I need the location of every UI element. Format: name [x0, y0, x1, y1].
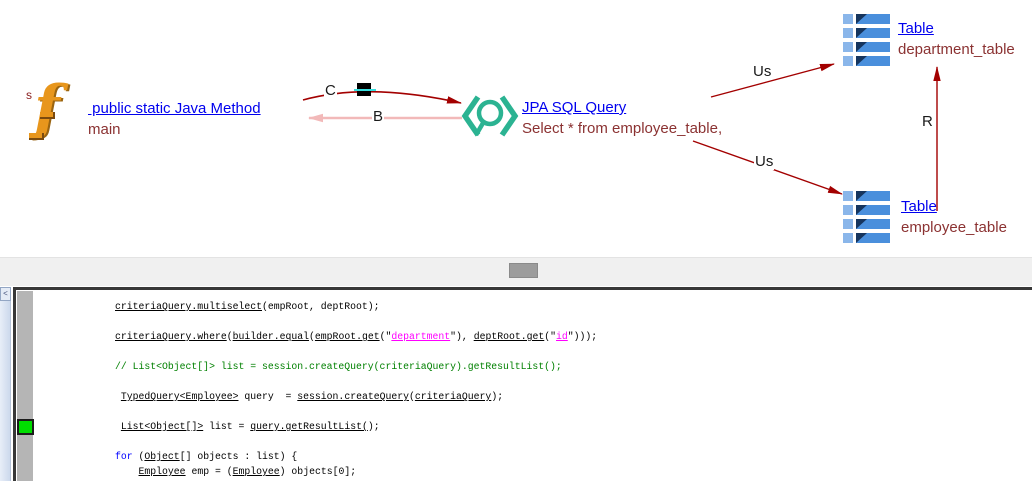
- edge-label-us-top[interactable]: Us: [752, 64, 772, 80]
- department-table-icon[interactable]: [843, 14, 891, 67]
- code-token: list =: [203, 421, 250, 432]
- static-badge: s: [26, 88, 32, 102]
- code-token: (: [133, 451, 145, 462]
- edge-label-c[interactable]: C: [324, 83, 337, 99]
- java-static-method-icon[interactable]: s f: [24, 86, 88, 150]
- code-token: (": [544, 331, 556, 342]
- code-string-link[interactable]: department: [391, 331, 450, 342]
- edge-label-r[interactable]: R: [921, 114, 934, 130]
- department-table-node: Table department_table: [898, 20, 1015, 59]
- code-token: (empRoot, deptRoot);: [262, 301, 380, 312]
- employee-table-icon[interactable]: [843, 191, 891, 244]
- edge-us-top-arrow[interactable]: [711, 64, 834, 97]
- jpa-query-sql-text: Select * from employee_table,: [522, 120, 722, 138]
- employee-table-node: Table employee_table: [901, 198, 1007, 237]
- code-link[interactable]: Object: [144, 451, 179, 462]
- code-link[interactable]: List<Object[]>: [121, 421, 203, 432]
- jpa-query-link[interactable]: JPA SQL Query: [522, 99, 722, 117]
- code-token: (": [380, 331, 392, 342]
- employee-table-link[interactable]: Table: [901, 198, 1007, 216]
- code-line: Employee emp = (Employee) objects[0];: [115, 464, 1032, 479]
- code-view[interactable]: criteriaQuery.multiselect(empRoot, deptR…: [115, 299, 1032, 481]
- f-crossbar-bottom: [29, 133, 44, 140]
- code-frame: criteriaQuery.multiselect(empRoot, deptR…: [13, 287, 1032, 481]
- code-panel: < criteriaQuery.multiselect(empRoot, dep…: [0, 286, 1032, 481]
- code-token: emp = (: [186, 466, 233, 477]
- code-link[interactable]: Employee: [139, 466, 186, 477]
- code-line: criteriaQuery.multiselect(empRoot, deptR…: [115, 299, 1032, 314]
- dependency-diagram: C B Us Us R s f public static Java Metho…: [0, 0, 1032, 257]
- code-line: List<Object[]> list = query.getResultLis…: [115, 419, 1032, 434]
- department-table-name: department_table: [898, 41, 1015, 59]
- code-link[interactable]: criteriaQuery.where: [115, 331, 227, 342]
- code-link[interactable]: deptRoot.get: [474, 331, 545, 342]
- splitter-bar[interactable]: [0, 257, 1032, 287]
- code-link[interactable]: Employee: [233, 466, 280, 477]
- code-token: "),: [450, 331, 474, 342]
- visual-expert-window: C B Us Us R s f public static Java Metho…: [0, 0, 1032, 481]
- code-line: criteriaQuery.where(builder.equal(empRoo…: [115, 329, 1032, 344]
- code-link[interactable]: criteriaQuery.multiselect: [115, 301, 262, 312]
- current-line-marker: [17, 419, 34, 435]
- code-line: TypedQuery<Employee> query = session.cre…: [115, 389, 1032, 404]
- code-line: [115, 344, 1032, 359]
- code-line: // List<Object[]> list = session.createQ…: [115, 359, 1032, 374]
- code-token: [115, 466, 139, 477]
- code-token: );: [368, 421, 380, 432]
- java-method-link[interactable]: public static Java Method: [88, 100, 261, 118]
- collapse-left-icon[interactable]: <: [0, 287, 11, 301]
- department-table-link[interactable]: Table: [898, 20, 1015, 38]
- code-link[interactable]: query.getResultList(: [250, 421, 368, 432]
- jpa-query-icon[interactable]: [461, 90, 519, 144]
- java-method-node: public static Java Method main: [88, 100, 261, 139]
- code-string-link[interactable]: id: [556, 331, 568, 342]
- code-token: ")));: [568, 331, 597, 342]
- f-crossbar-top: [40, 112, 55, 119]
- code-line: for (Object[] objects : list) {: [115, 449, 1032, 464]
- code-link[interactable]: session.createQuery: [297, 391, 409, 402]
- code-token: ) objects[0];: [280, 466, 356, 477]
- code-comment: // List<Object[]> list = session.createQ…: [115, 361, 562, 372]
- code-keyword: for: [115, 451, 133, 462]
- code-line: [115, 374, 1032, 389]
- collapse-strip[interactable]: <: [0, 287, 11, 481]
- splitter-handle[interactable]: [509, 263, 538, 278]
- java-method-name: main: [88, 121, 261, 139]
- edge-label-us-bottom[interactable]: Us: [754, 154, 774, 170]
- function-f-glyph: f: [34, 76, 60, 140]
- code-link[interactable]: empRoot.get: [315, 331, 380, 342]
- code-link[interactable]: criteriaQuery: [415, 391, 491, 402]
- code-line: [115, 314, 1032, 329]
- code-token: query =: [238, 391, 297, 402]
- code-line: [115, 404, 1032, 419]
- code-token: );: [491, 391, 503, 402]
- code-link[interactable]: TypedQuery<Employee>: [121, 391, 239, 402]
- edge-label-b[interactable]: B: [372, 109, 384, 125]
- employee-table-name: employee_table: [901, 219, 1007, 237]
- code-line: [115, 434, 1032, 449]
- code-token: [] objects : list) {: [180, 451, 298, 462]
- jpa-query-node: JPA SQL Query Select * from employee_tab…: [522, 99, 722, 138]
- code-gutter: [17, 291, 33, 481]
- code-link[interactable]: builder.equal: [233, 331, 309, 342]
